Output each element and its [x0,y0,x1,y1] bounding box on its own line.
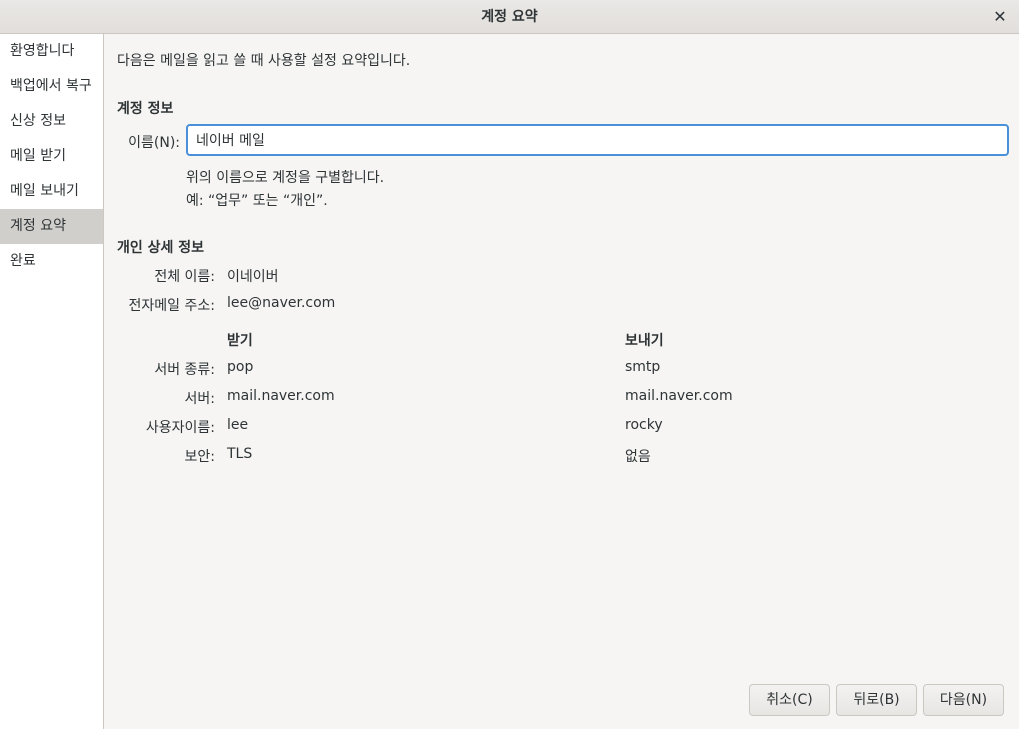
main-panel: 다음은 메일을 읽고 쓸 때 사용할 설정 요약입니다. 계정 정보 이름(N)… [105,34,1019,729]
titlebar: 계정 요약 ✕ [0,0,1019,34]
personal-info-heading: 개인 상세 정보 [117,240,205,256]
security-label: 보안: [184,449,215,465]
fullname-value: 이네이버 [227,269,279,285]
fullname-label: 전체 이름: [154,269,215,285]
name-hint-line1: 위의 이름으로 계정을 구별합니다. [186,170,385,186]
sidebar-item-welcome[interactable]: 환영합니다 [0,34,103,69]
outgoing-username: rocky [625,417,663,433]
sidebar-item-account-summary[interactable]: 계정 요약 [0,209,103,244]
window-title: 계정 요약 [481,9,538,25]
sidebar-item-done[interactable]: 완료 [0,244,103,279]
sidebar-item-send-mail[interactable]: 메일 보내기 [0,174,103,209]
email-label: 전자메일 주소: [128,298,215,314]
server-label: 서버: [184,391,215,407]
username-label: 사용자이름: [145,420,215,436]
close-icon[interactable]: ✕ [989,6,1011,28]
server-type-label: 서버 종류: [154,362,215,378]
incoming-server: mail.naver.com [227,388,335,404]
incoming-heading: 받기 [227,333,253,349]
cancel-button[interactable]: 취소(C) [749,684,830,716]
outgoing-server: mail.naver.com [625,388,733,404]
next-button[interactable]: 다음(N) [923,684,1004,716]
sidebar-item-personal-info[interactable]: 신상 정보 [0,104,103,139]
incoming-server-type: pop [227,359,254,375]
incoming-security: TLS [227,446,253,462]
sidebar: 환영합니다 백업에서 복구 신상 정보 메일 받기 메일 보내기 계정 요약 완… [0,34,104,729]
account-summary-window: 계정 요약 ✕ 환영합니다 백업에서 복구 신상 정보 메일 받기 메일 보내기… [0,0,1019,729]
sidebar-item-restore-backup[interactable]: 백업에서 복구 [0,69,103,104]
name-hint-line2: 예: “업무” 또는 “개인”. [186,193,328,209]
incoming-username: lee [227,417,249,433]
outgoing-heading: 보내기 [625,333,664,349]
outgoing-server-type: smtp [625,359,661,375]
outgoing-security: 없음 [625,449,651,465]
back-button[interactable]: 뒤로(B) [836,684,917,716]
account-name-input[interactable] [186,124,1009,156]
intro-text: 다음은 메일을 읽고 쓸 때 사용할 설정 요약입니다. [117,53,411,69]
sidebar-item-receive-mail[interactable]: 메일 받기 [0,139,103,174]
name-label: 이름(N): [128,135,180,151]
account-info-heading: 계정 정보 [117,101,174,117]
email-value: lee@naver.com [227,295,336,311]
